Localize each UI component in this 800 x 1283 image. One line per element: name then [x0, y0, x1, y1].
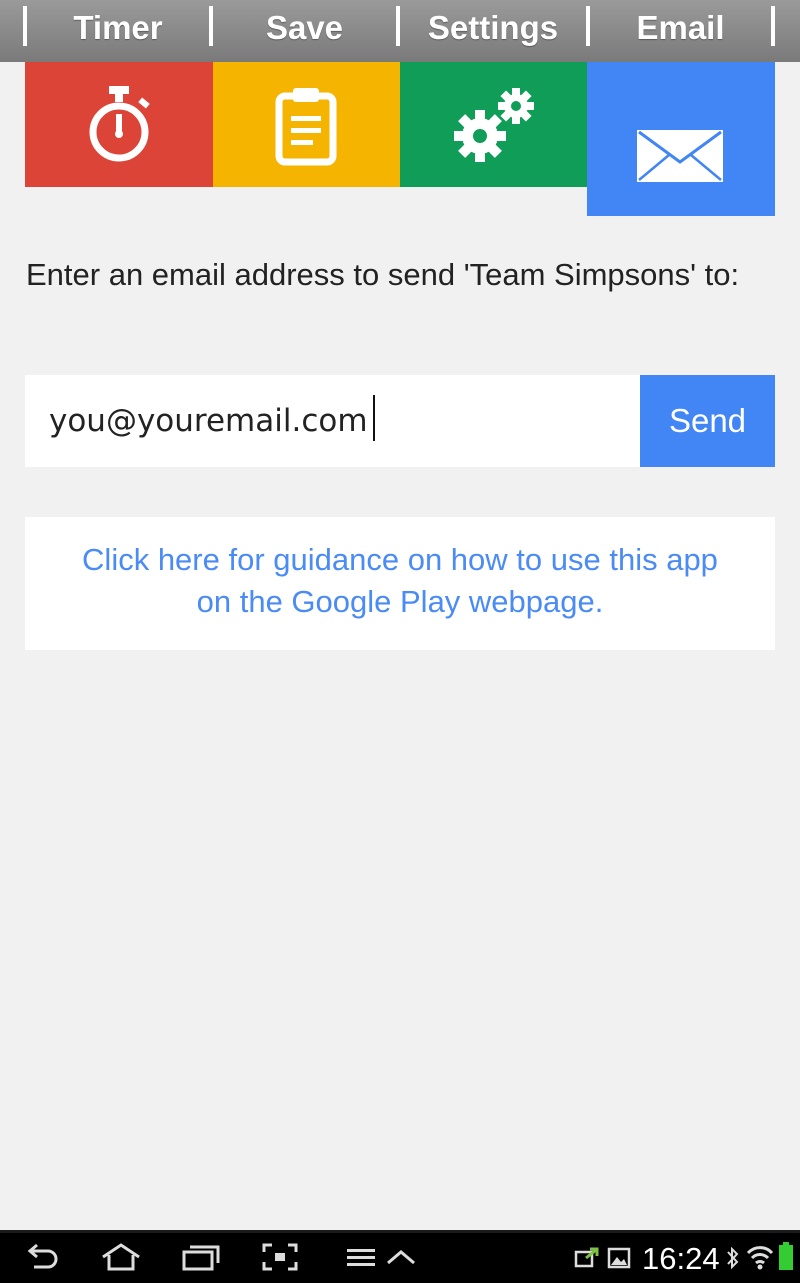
settings-tile[interactable]	[400, 62, 587, 187]
tab-separator	[771, 6, 775, 46]
email-tile[interactable]	[587, 62, 775, 216]
tab-email[interactable]: Email	[590, 0, 771, 56]
back-icon[interactable]	[24, 1243, 60, 1271]
envelope-icon	[637, 130, 723, 182]
email-field-container	[25, 375, 640, 467]
email-field[interactable]	[49, 395, 609, 447]
clipboard-icon	[275, 88, 337, 166]
wifi-icon	[746, 1246, 774, 1270]
timer-tile[interactable]	[25, 62, 213, 187]
top-tab-bar: Timer Save Settings Email	[0, 0, 800, 62]
home-icon[interactable]	[100, 1243, 142, 1271]
usb-connection-icon	[574, 1247, 599, 1268]
clock: 16:24	[642, 1241, 720, 1276]
save-tile[interactable]	[213, 62, 400, 187]
tab-save[interactable]: Save	[213, 0, 396, 56]
recent-apps-icon[interactable]	[182, 1243, 220, 1271]
stopwatch-icon	[89, 86, 150, 162]
battery-icon	[779, 1242, 793, 1270]
guidance-panel: Click here for guidance on how to use th…	[25, 517, 775, 650]
text-cursor	[373, 395, 375, 441]
guidance-link[interactable]: Click here for guidance on how to use th…	[65, 539, 735, 623]
gears-icon	[454, 88, 534, 162]
tab-timer[interactable]: Timer	[27, 0, 209, 56]
tab-settings[interactable]: Settings	[400, 0, 586, 56]
chevron-up-icon[interactable]	[385, 1243, 417, 1271]
email-prompt: Enter an email address to send 'Team Sim…	[26, 257, 740, 292]
screenshot-icon[interactable]	[262, 1243, 298, 1271]
gallery-icon	[607, 1247, 631, 1269]
menu-icon[interactable]	[346, 1243, 376, 1271]
bluetooth-icon	[727, 1246, 739, 1270]
system-bar: 16:24	[0, 1230, 800, 1283]
send-button[interactable]: Send	[640, 375, 775, 467]
